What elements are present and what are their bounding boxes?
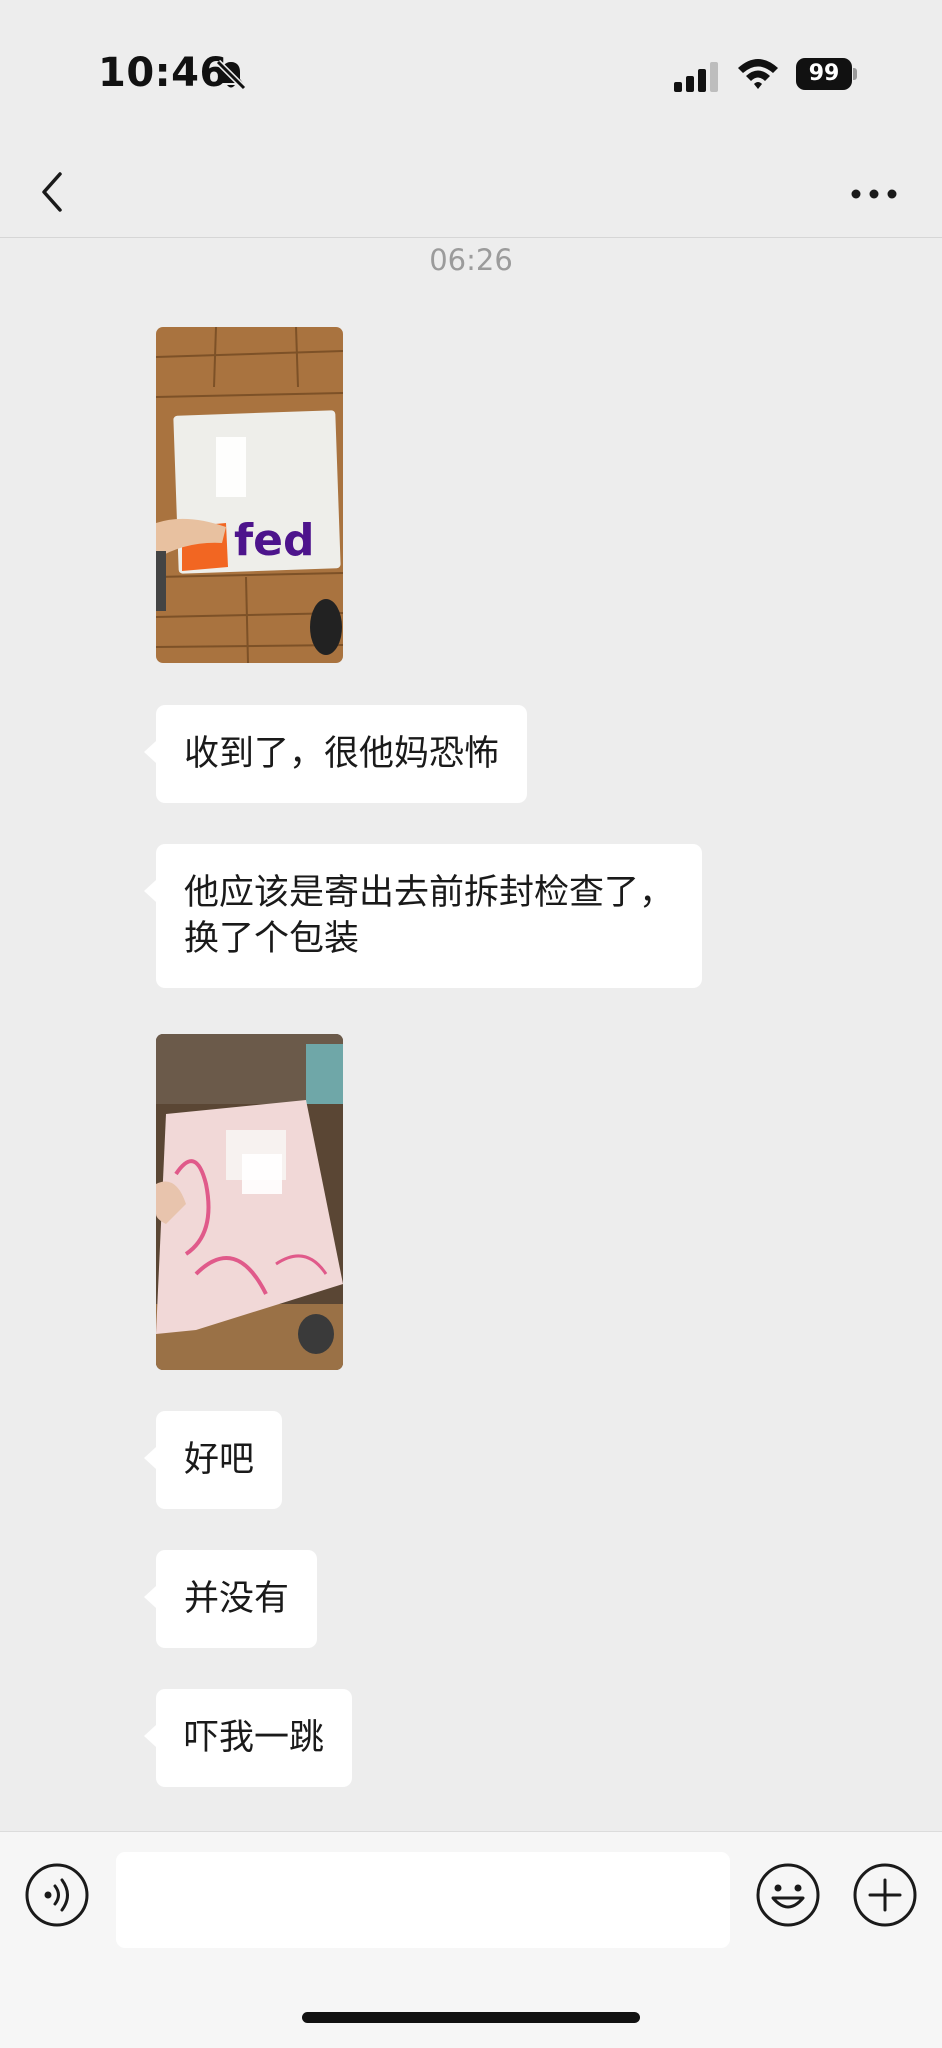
home-indicator[interactable]	[302, 2012, 640, 2023]
ellipsis-icon[interactable]	[848, 178, 900, 210]
wifi-icon	[738, 59, 778, 89]
text-message[interactable]: 吓我一跳	[143, 1689, 353, 1787]
message-timestamp: 06:26	[429, 243, 513, 277]
bell-slash-icon	[215, 59, 247, 91]
battery-level: 99	[796, 58, 852, 90]
message-input[interactable]	[116, 1852, 730, 1948]
text-message[interactable]: 收到了，很他妈恐怖	[143, 705, 528, 803]
status-bar: 10:46 99	[0, 0, 942, 150]
voice-icon[interactable]	[24, 1862, 90, 1928]
battery-icon: 99	[796, 58, 858, 90]
status-time: 10:46	[98, 50, 228, 96]
chat-area[interactable]: 06:26 fed 收到了，很他妈恐怖 他应该是寄出去前拆封检查了， 换了个包装…	[0, 239, 942, 1831]
message-line: 他应该是寄出去前拆封检查了，	[184, 873, 675, 913]
text-message[interactable]: 好吧	[143, 1411, 283, 1509]
emoji-icon[interactable]	[755, 1862, 821, 1928]
chevron-left-icon[interactable]	[36, 164, 70, 220]
message-line: 换了个包装	[184, 919, 360, 959]
svg-text:fed: fed	[234, 515, 314, 566]
text-message[interactable]: 并没有	[143, 1550, 318, 1648]
image-message[interactable]	[156, 1034, 343, 1370]
image-message[interactable]: fed	[156, 327, 343, 663]
chat-screen: 10:46 99 06:26 fed 收到了，很他妈恐怖 他应该是寄出去前拆封检…	[0, 0, 942, 2048]
text-message[interactable]: 他应该是寄出去前拆封检查了， 换了个包装	[143, 844, 703, 988]
battery-cap	[853, 68, 857, 80]
signal-icon	[674, 62, 718, 92]
photo-icon: fed	[156, 327, 343, 663]
photo-icon	[156, 1034, 343, 1370]
nav-bar	[0, 150, 942, 238]
plus-icon[interactable]	[852, 1862, 918, 1928]
